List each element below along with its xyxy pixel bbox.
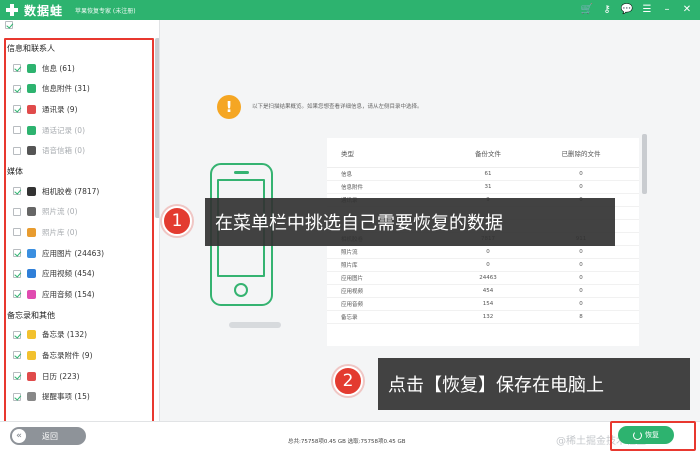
- menu-icon[interactable]: ☰: [640, 3, 654, 17]
- table-row: 应用视频 454 0: [327, 285, 639, 298]
- close-icon[interactable]: ✕: [680, 3, 694, 17]
- table-cell: 31: [484, 184, 492, 190]
- header-type: 类型: [341, 149, 354, 158]
- app-logo: 数据蛙: [5, 2, 63, 19]
- header-deleted: 已删除的文件: [561, 149, 601, 158]
- cross-logo-icon: [5, 3, 19, 17]
- cart-icon[interactable]: 🛒: [580, 3, 594, 17]
- titlebar-icons: 🛒 ⚷ 💬 ☰ – ✕: [580, 3, 694, 17]
- table-row: 应用音频 154 0: [327, 298, 639, 311]
- recover-button[interactable]: 恢复: [618, 426, 674, 444]
- table-row: 应用图片 24463 0: [327, 272, 639, 285]
- back-button[interactable]: « 返回: [10, 427, 86, 445]
- table-header: 类型 备份文件 已删除的文件: [327, 138, 639, 168]
- status-text: 总共:75758项0.45 GB 选取:75758项0.45 GB: [288, 439, 406, 445]
- recover-icon: [633, 430, 642, 440]
- device-row[interactable]: [0, 20, 159, 34]
- table-row: 照片流 0 0: [327, 246, 639, 259]
- table-cell: 454: [482, 288, 494, 294]
- phone-speaker: [234, 171, 249, 174]
- info-text: 以下是扫描结果概览。如果您想查看详细信息，请从左侧目录中选择。: [252, 104, 423, 110]
- table-row: 备忘录 132 8: [327, 311, 639, 324]
- table-cell: 0: [579, 249, 583, 255]
- app-name: 数据蛙: [24, 3, 64, 18]
- table-cell: 信息: [341, 172, 353, 178]
- sidebar-highlight-frame: [4, 38, 154, 421]
- table-cell: 应用音频: [341, 302, 364, 308]
- table-cell: 应用视频: [341, 289, 364, 295]
- table-cell: 8: [579, 314, 583, 320]
- table-cell: 备忘录: [341, 315, 358, 321]
- sidebar-scrollbar[interactable]: [155, 38, 159, 218]
- header-backup: 备份文件: [475, 149, 501, 158]
- callout-1: 在菜单栏中挑选自己需要恢复的数据: [205, 198, 615, 246]
- bottom-bar: « 返回 总共:75758项0.45 GB 选取:75758项0.45 GB @…: [0, 421, 700, 451]
- table-cell: 0: [579, 171, 583, 177]
- table-cell: 0: [579, 262, 583, 268]
- table-cell: 132: [482, 314, 494, 320]
- table-cell: 0: [486, 249, 490, 255]
- key-icon[interactable]: ⚷: [600, 3, 614, 17]
- table-cell: 0: [579, 301, 583, 307]
- table-cell: 照片流: [341, 250, 358, 256]
- table-row: 信息 61 0: [327, 168, 639, 181]
- device-checkbox[interactable]: [5, 21, 13, 29]
- table-cell: 24463: [479, 275, 497, 281]
- sidebar: 信息和联系人 信息 (61) 信息附件 (31) 通讯录 (9) 通话记录 (0) 语音信…: [0, 20, 160, 421]
- table-cell: 应用图片: [341, 276, 364, 282]
- table-row: 信息附件 31 0: [327, 181, 639, 194]
- recover-label: 恢复: [645, 431, 659, 439]
- callout-2-text: 点击【恢复】保存在电脑上: [388, 375, 604, 396]
- blurred-device-name: [229, 322, 281, 328]
- title-bar: 数据蛙 苹果恢复专家 (未注册) 🛒 ⚷ 💬 ☰ – ✕: [0, 0, 700, 20]
- back-arrow-icon: «: [12, 429, 26, 443]
- chat-icon[interactable]: 💬: [620, 3, 634, 17]
- callout-1-text: 在菜单栏中挑选自己需要恢复的数据: [215, 213, 503, 234]
- table-scrollbar[interactable]: [642, 134, 647, 194]
- table-cell: 信息附件: [341, 185, 364, 191]
- table-cell: 0: [579, 288, 583, 294]
- app-subtitle: 苹果恢复专家 (未注册): [75, 7, 136, 15]
- table-cell: 0: [486, 262, 490, 268]
- table-cell: 61: [484, 171, 492, 177]
- minimize-icon[interactable]: –: [660, 3, 674, 17]
- phone-home-button: [234, 283, 248, 297]
- table-cell: 154: [482, 301, 494, 307]
- step-badge-2: 2: [333, 366, 363, 396]
- back-label: 返回: [42, 431, 58, 441]
- table-cell: 0: [579, 275, 583, 281]
- callout-2: 点击【恢复】保存在电脑上: [378, 358, 690, 410]
- table-cell: 照片库: [341, 263, 358, 269]
- table-cell: 0: [579, 184, 583, 190]
- step-badge-1: 1: [162, 206, 192, 236]
- table-body: 信息610信息附件310通讯录90相机胶卷7817911照片流00照片库00应用…: [327, 168, 639, 324]
- warning-icon: !: [217, 95, 241, 119]
- table-row: 照片库 0 0: [327, 259, 639, 272]
